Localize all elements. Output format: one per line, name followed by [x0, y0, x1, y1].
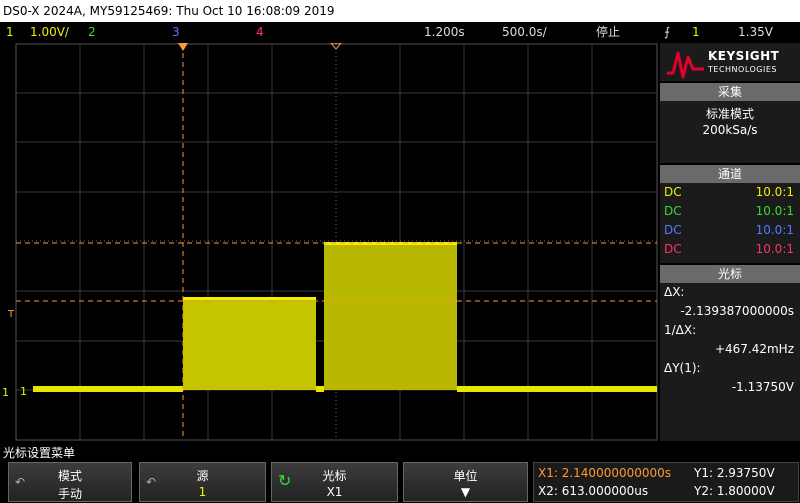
- sample-rate: 200kSa/s: [702, 123, 758, 137]
- acquisition-section[interactable]: 标准模式 200kSa/s: [660, 101, 800, 163]
- channels-header: 通道: [660, 165, 800, 183]
- softkey-units[interactable]: 单位 ▼: [403, 462, 528, 502]
- acquisition-header: 采集: [660, 83, 800, 101]
- cursors-section[interactable]: ΔX: -2.139387000000s 1/ΔX: +467.42mHz ΔY…: [660, 283, 800, 441]
- channel-row-1: DC 10.0:1: [664, 185, 794, 199]
- channel-row-3: DC 10.0:1: [664, 223, 794, 237]
- cursor-readout: X1: 2.140000000000s X2: 613.000000us Y1:…: [533, 462, 799, 502]
- trace-pulse-low: [183, 298, 316, 390]
- delta-x-value: -2.139387000000s: [680, 304, 794, 318]
- softkey-mode[interactable]: ↶ 模式 手动: [8, 462, 132, 502]
- brand-sub: TECHNOLOGIES: [708, 65, 777, 74]
- channel-row-4: DC 10.0:1: [664, 242, 794, 256]
- cursor-x2-readout: X2: 613.000000us: [538, 484, 649, 498]
- acquisition-mode: 标准模式: [705, 107, 754, 121]
- ground-marker-label: 1: [20, 385, 27, 398]
- ch1-number[interactable]: 1: [6, 22, 14, 42]
- channels-section[interactable]: DC 10.0:1 DC 10.0:1 DC 10.0:1 DC 10.0:1: [660, 183, 800, 263]
- delta-y-value: -1.13750V: [731, 380, 794, 394]
- cursors-header: 光标: [660, 265, 800, 283]
- brand-logo: KEYSIGHT TECHNOLOGIES: [660, 43, 800, 81]
- ch1-scale[interactable]: 1.00V/: [30, 22, 69, 42]
- brand-name: KEYSIGHT: [708, 49, 780, 63]
- cursor-y2-readout: Y2: 1.80000V: [694, 484, 775, 498]
- channel-row-2: DC 10.0:1: [664, 204, 794, 218]
- keysight-wave-icon: [667, 51, 704, 79]
- delta-x-label: ΔX:: [664, 285, 685, 299]
- ch1-trace: [33, 242, 657, 392]
- ch2-number[interactable]: 2: [88, 22, 96, 42]
- submenu-arrow-icon: ▼: [460, 485, 471, 499]
- cursor-x-marker-icon[interactable]: [178, 43, 188, 51]
- ch3-number[interactable]: 3: [172, 22, 180, 42]
- cursor-x1-readout: X1: 2.140000000000s: [538, 466, 672, 480]
- title-bar: DS0-X 2024A, MY59125469: Thu Oct 10 16:0…: [0, 0, 800, 22]
- title-text: DS0-X 2024A, MY59125469: Thu Oct 10 16:0…: [3, 4, 335, 18]
- trigger-edge-icon: ⨍: [664, 25, 671, 39]
- ground-marker[interactable]: 1: [2, 386, 9, 399]
- inv-delta-x-value: +467.42mHz: [714, 342, 794, 356]
- status-bar: 1 1.00V/ 2 3 4 1.200s 500.0s/ 停止 ⨍ 1 1.3…: [0, 22, 800, 42]
- delta-y-label: ΔY(1):: [664, 361, 701, 375]
- waveform-display[interactable]: [15, 43, 658, 441]
- menu-title: 光标设置菜单: [3, 446, 76, 460]
- trigger-source[interactable]: 1: [692, 22, 700, 42]
- side-panel: KEYSIGHT TECHNOLOGIES 采集 标准模式 200kSa/s 通…: [660, 43, 800, 441]
- run-state[interactable]: 停止: [596, 22, 620, 42]
- ch4-number[interactable]: 4: [256, 22, 264, 42]
- graticule: [15, 43, 658, 441]
- softkey-source[interactable]: ↶ 源1: [139, 462, 266, 502]
- time-position[interactable]: 1.200s: [424, 22, 465, 42]
- trigger-level-marker: T: [8, 309, 15, 320]
- trace-pulse-high: [324, 243, 457, 390]
- inv-delta-x-label: 1/ΔX:: [664, 323, 697, 337]
- trigger-level[interactable]: 1.35V: [738, 22, 773, 42]
- softkey-cursor[interactable]: ↻ 光标 X1: [271, 462, 398, 502]
- cursor-y1-readout: Y1: 2.93750V: [694, 466, 775, 480]
- time-scale[interactable]: 500.0s/: [502, 22, 547, 42]
